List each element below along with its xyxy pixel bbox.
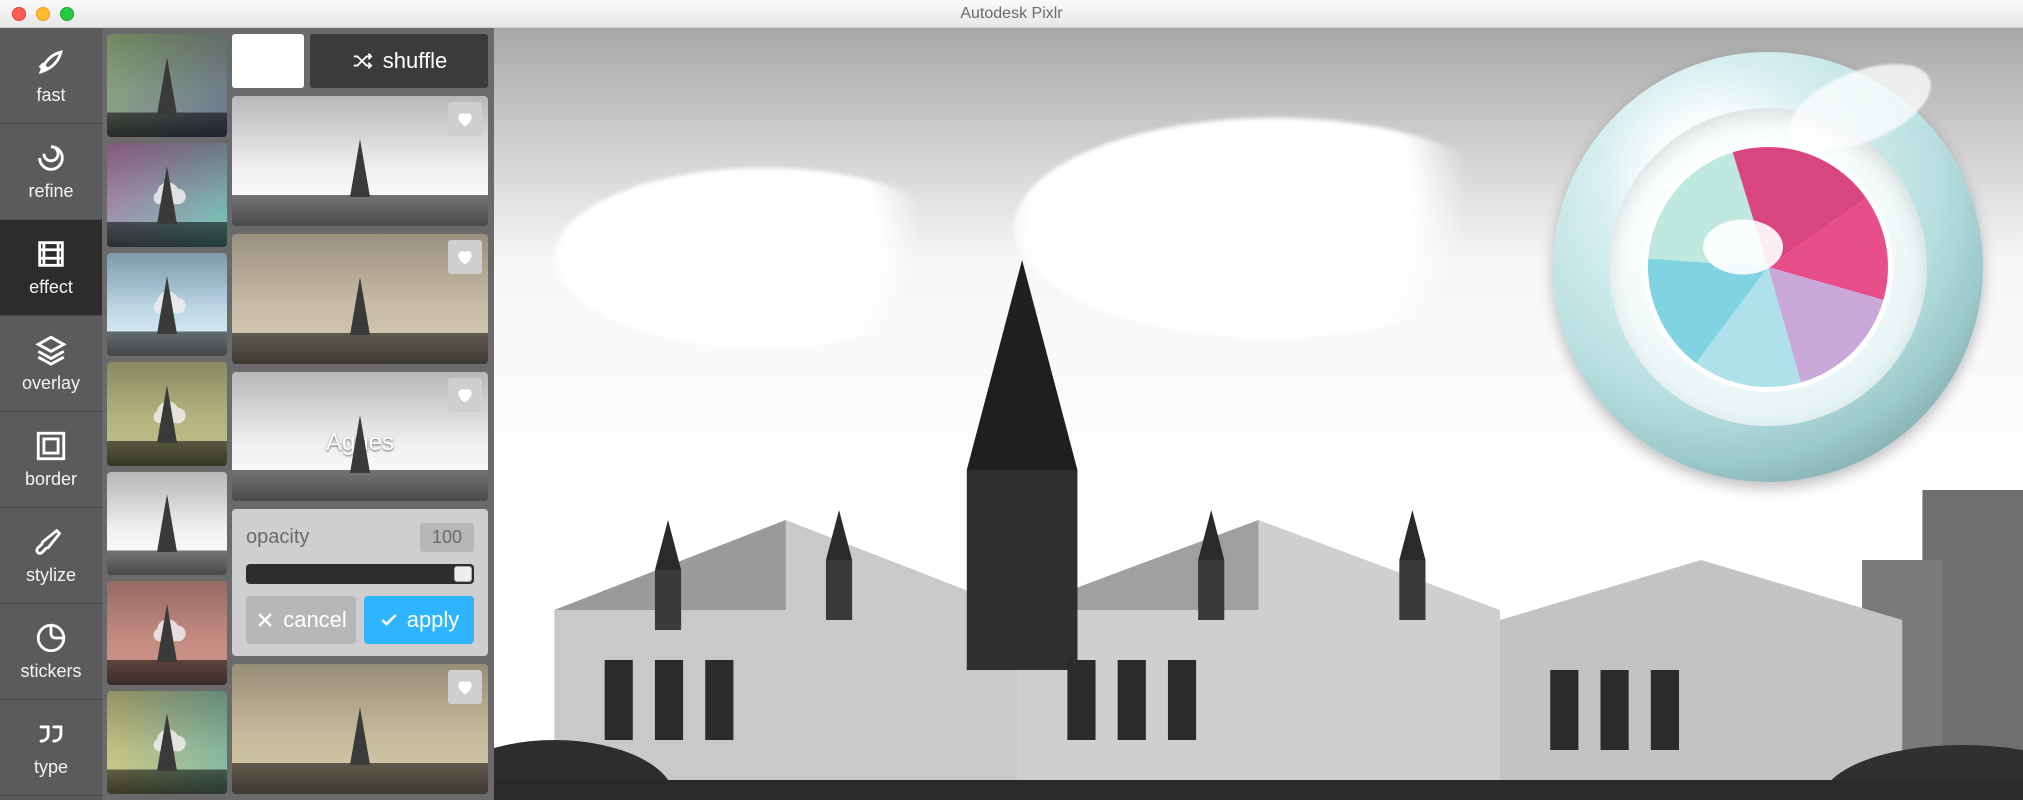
tool-overlay[interactable]: overlay [0,316,102,412]
opacity-value: 100 [420,523,474,552]
effect-category-thumb[interactable] [107,143,227,246]
effect-variant-thumb-selected[interactable]: Agnes [232,372,488,502]
frame-icon [34,429,68,463]
cancel-label: cancel [283,607,347,633]
pixlr-logo [1553,52,1983,482]
shuffle-icon [351,50,373,72]
effect-variants: shuffle Agnes opacity 100 [232,28,494,800]
cloud-download-icon [145,398,189,430]
layers-icon [34,333,68,367]
shuffle-label: shuffle [383,48,447,74]
effect-category-thumb[interactable] [107,34,227,137]
favorite-button[interactable] [448,240,482,274]
tool-label: overlay [22,373,80,394]
window-close-button[interactable] [12,7,26,21]
effect-category-thumb[interactable] [107,581,227,684]
titlebar: Autodesk Pixlr [0,0,2023,28]
swirl-icon [34,141,68,175]
effect-category-thumb[interactable] [107,691,227,794]
window-title: Autodesk Pixlr [0,5,2023,23]
effect-variant-thumb[interactable] [232,96,488,226]
tool-fast[interactable]: fast [0,28,102,124]
close-icon [255,610,275,630]
shuffle-button[interactable]: shuffle [310,34,488,88]
cloud-download-icon [145,179,189,211]
apply-button[interactable]: apply [364,596,474,644]
tool-label: border [25,469,77,490]
effect-category-thumb[interactable] [107,472,227,575]
tool-border[interactable]: border [0,412,102,508]
opacity-slider[interactable] [246,564,474,584]
effect-category-thumb[interactable] [107,362,227,465]
aperture-icon [1643,142,1893,392]
window-zoom-button[interactable] [60,7,74,21]
brush-icon [34,525,68,559]
traffic-lights [0,7,74,21]
tool-refine[interactable]: refine [0,124,102,220]
sticker-icon [34,621,68,655]
effect-variant-thumb[interactable] [232,664,488,794]
filmstrip-icon [34,237,68,271]
tool-label: effect [29,277,73,298]
effect-categories [102,28,232,800]
tool-label: refine [28,181,73,202]
tool-rail: fast refine effect overlay border [0,28,102,800]
cloud-download-icon [145,617,189,649]
tool-label: fast [36,85,65,106]
apply-label: apply [407,607,460,633]
check-icon [379,610,399,630]
tool-stylize[interactable]: stylize [0,508,102,604]
tool-stickers[interactable]: stickers [0,604,102,700]
current-swatch [232,34,304,88]
tool-label: stylize [26,565,76,586]
favorite-button[interactable] [448,670,482,704]
favorite-button[interactable] [448,378,482,412]
tool-effect[interactable]: effect [0,220,102,316]
opacity-label: opacity [246,526,309,549]
shuffle-row: shuffle [232,34,488,88]
favorite-button[interactable] [448,102,482,136]
app-body: fast refine effect overlay border [0,28,2023,800]
slider-knob[interactable] [454,566,472,582]
rocket-icon [34,45,68,79]
tool-label: type [34,757,68,778]
cloud-download-icon [145,289,189,321]
window-minimize-button[interactable] [36,7,50,21]
effect-variant-thumb[interactable] [232,234,488,364]
tool-type[interactable]: type [0,700,102,796]
quote-icon [34,717,68,751]
effect-category-thumb[interactable] [107,253,227,356]
image-canvas[interactable] [494,28,2023,800]
effect-controls: opacity 100 cancel apply [232,509,488,656]
cloud-download-icon [145,726,189,758]
cancel-button[interactable]: cancel [246,596,356,644]
effect-variant-label: Agnes [232,429,488,457]
tool-label: stickers [20,661,81,682]
